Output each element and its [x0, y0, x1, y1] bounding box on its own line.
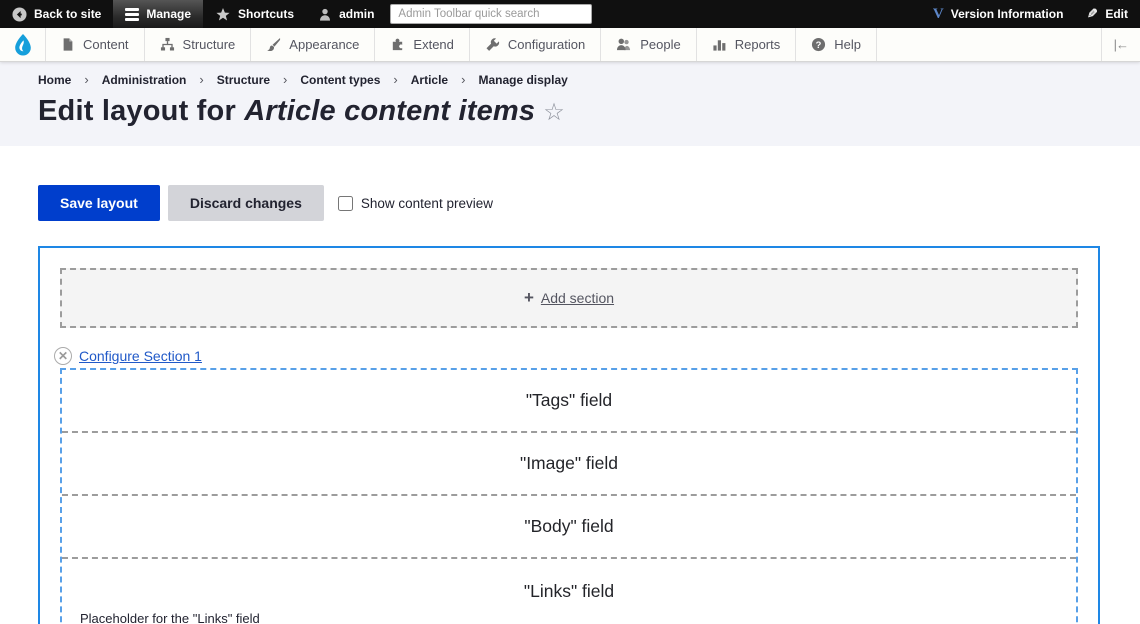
- menu-tab-reports[interactable]: Reports: [697, 28, 797, 61]
- question-icon: ?: [812, 37, 826, 52]
- section-header-row: ✕ Configure Section 1: [54, 346, 1078, 366]
- layout-builder-canvas: + Add section ✕ Configure Section 1 "Tag…: [38, 246, 1100, 624]
- content-preview-toggle: Show content preview: [337, 195, 493, 211]
- discard-changes-button[interactable]: Discard changes: [167, 185, 324, 221]
- breadcrumb-structure[interactable]: Structure: [217, 73, 270, 87]
- page-title-emphasis: Article content items: [244, 95, 536, 127]
- bar-chart-icon: [713, 40, 726, 51]
- toolbar-orientation-toggle[interactable]: |←: [1100, 28, 1140, 61]
- star-icon: [216, 7, 230, 20]
- save-layout-button[interactable]: Save layout: [38, 185, 160, 221]
- breadcrumb-article[interactable]: Article: [411, 73, 448, 87]
- drupal-home-button[interactable]: [0, 28, 46, 61]
- favorite-star-icon[interactable]: ☆: [543, 99, 565, 126]
- add-section-region[interactable]: + Add section: [60, 268, 1078, 328]
- block-body-field[interactable]: "Body" field: [62, 496, 1076, 559]
- menu-tab-people[interactable]: People: [601, 28, 697, 61]
- breadcrumb-separator: ›: [84, 72, 89, 87]
- people-icon: [617, 38, 631, 51]
- breadcrumb-manage-display[interactable]: Manage display: [478, 73, 567, 87]
- block-image-field[interactable]: "Image" field: [62, 433, 1076, 496]
- remove-section-icon[interactable]: ✕: [54, 347, 72, 365]
- user-icon: [320, 8, 331, 21]
- show-content-preview-label[interactable]: Show content preview: [361, 196, 493, 211]
- sitemap-icon: [160, 37, 174, 51]
- menu-tab-configuration[interactable]: Configuration: [470, 28, 602, 61]
- breadcrumb: Home › Administration › Structure › Cont…: [38, 72, 1100, 87]
- manage-label: Manage: [146, 7, 192, 21]
- pencil-icon: ✎: [1087, 6, 1099, 21]
- menu-tab-content-label: Content: [83, 37, 129, 52]
- version-information-label: Version Information: [950, 7, 1064, 21]
- block-label: "Links" field: [523, 581, 615, 601]
- show-content-preview-checkbox[interactable]: [337, 195, 353, 211]
- breadcrumb-separator: ›: [393, 72, 398, 87]
- configure-section-link[interactable]: Configure Section 1: [79, 348, 202, 364]
- menu-tab-people-label: People: [640, 37, 681, 52]
- layout-section-1: "Tags" field "Image" field "Body" field …: [60, 368, 1078, 624]
- breadcrumb-separator: ›: [283, 72, 288, 87]
- admin-menu-bar: Content Structure Appearance Extend Conf…: [0, 28, 1140, 62]
- puzzle-icon: [393, 38, 403, 51]
- breadcrumb-administration[interactable]: Administration: [102, 73, 187, 87]
- menu-tab-appearance[interactable]: Appearance: [251, 28, 376, 61]
- menu-tab-reports-label: Reports: [734, 37, 781, 52]
- manage-tab[interactable]: Manage: [113, 0, 204, 28]
- breadcrumb-separator: ›: [199, 72, 204, 87]
- breadcrumb-content-types[interactable]: Content types: [300, 73, 380, 87]
- admin-toolbar: Back to site Manage Shortcuts admin V Ve…: [0, 0, 1140, 28]
- block-label: "Image" field: [519, 453, 619, 473]
- menu-tab-help-label: Help: [834, 37, 861, 52]
- plus-icon: +: [523, 288, 534, 307]
- menu-tab-content[interactable]: Content: [46, 28, 145, 61]
- back-to-site-button[interactable]: Back to site: [0, 0, 113, 28]
- links-field-placeholder: Placeholder for the "Links" field: [80, 611, 260, 624]
- menu-tab-appearance-label: Appearance: [289, 37, 360, 52]
- block-links-field[interactable]: "Links" field Placeholder for the "Links…: [62, 559, 1076, 624]
- user-label: admin: [339, 7, 375, 21]
- edit-button[interactable]: ✎ Edit: [1075, 0, 1140, 28]
- breadcrumb-separator: ›: [461, 72, 466, 87]
- menu-tab-help[interactable]: ? Help: [796, 28, 877, 61]
- menu-tab-configuration-label: Configuration: [507, 37, 586, 52]
- shortcuts-tab[interactable]: Shortcuts: [203, 0, 306, 28]
- edit-label: Edit: [1105, 7, 1128, 21]
- menu-tab-structure[interactable]: Structure: [145, 28, 252, 61]
- svg-text:?: ?: [816, 40, 822, 50]
- block-label: "Tags" field: [525, 390, 613, 410]
- action-row: Save layout Discard changes Show content…: [38, 185, 1140, 221]
- paintbrush-icon: [267, 37, 281, 52]
- breadcrumb-home[interactable]: Home: [38, 73, 71, 87]
- user-menu[interactable]: admin: [306, 0, 386, 28]
- back-to-site-label: Back to site: [34, 7, 102, 21]
- document-icon: [63, 38, 73, 51]
- drupal-logo-icon: [14, 33, 31, 56]
- back-arrow-icon: [12, 6, 27, 22]
- collapse-icon: |←: [1113, 37, 1129, 52]
- block-label: "Body" field: [524, 516, 614, 536]
- menu-tab-structure-label: Structure: [182, 37, 236, 52]
- menu-bar-spacer: [877, 28, 1101, 61]
- page-title: Edit layout for Article content items ☆: [38, 95, 1100, 128]
- menu-tab-extend[interactable]: Extend: [375, 28, 470, 61]
- version-information-button[interactable]: V Version Information: [921, 0, 1076, 28]
- hamburger-icon: [125, 7, 140, 21]
- wrench-icon: [486, 38, 500, 51]
- block-tags-field[interactable]: "Tags" field: [62, 370, 1076, 433]
- menu-tab-extend-label: Extend: [413, 37, 454, 52]
- admin-quick-search-input[interactable]: [390, 4, 593, 24]
- page-header: Home › Administration › Structure › Cont…: [0, 62, 1140, 146]
- add-section-link[interactable]: Add section: [541, 290, 614, 306]
- version-information-icon: V: [932, 5, 944, 22]
- page-title-prefix: Edit layout for: [38, 95, 245, 127]
- shortcuts-label: Shortcuts: [238, 7, 295, 21]
